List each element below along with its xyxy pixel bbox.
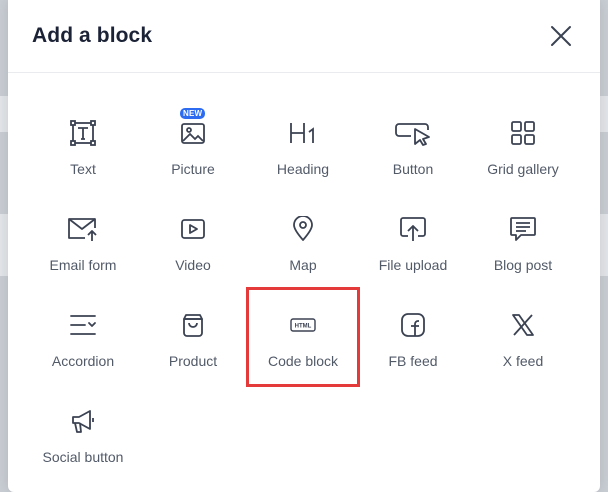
x-logo-icon	[503, 311, 543, 339]
block-label: File upload	[378, 257, 448, 273]
block-label: Button	[392, 161, 434, 177]
grid-gallery-icon	[503, 119, 543, 147]
product-bag-icon	[173, 311, 213, 339]
block-button[interactable]: Button	[358, 97, 468, 193]
dialog-header: Add a block	[8, 0, 600, 73]
block-x-feed[interactable]: X feed	[468, 289, 578, 385]
close-icon	[551, 26, 571, 46]
block-label: Blog post	[493, 257, 553, 273]
picture-icon: NEW	[173, 108, 213, 147]
block-file-upload[interactable]: File upload	[358, 193, 468, 289]
add-block-dialog: Add a block Text NEW Picture Heading But…	[8, 0, 600, 492]
block-grid: Text NEW Picture Heading Button Grid gal…	[28, 97, 578, 481]
block-label: Text	[70, 161, 96, 177]
block-label: Heading	[276, 161, 330, 177]
block-social-button[interactable]: Social button	[28, 385, 138, 481]
block-grid-gallery[interactable]: Grid gallery	[468, 97, 578, 193]
block-code-block[interactable]: HTML Code block	[246, 287, 360, 387]
dialog-title: Add a block	[32, 24, 153, 47]
text-icon	[63, 119, 103, 147]
block-text[interactable]: Text	[28, 97, 138, 193]
html-code-icon: HTML	[283, 311, 323, 339]
block-label: Accordion	[51, 353, 115, 369]
block-label: X feed	[502, 353, 544, 369]
video-icon	[173, 215, 213, 243]
block-video[interactable]: Video	[138, 193, 248, 289]
close-button[interactable]	[546, 21, 576, 51]
block-fb-feed[interactable]: FB feed	[358, 289, 468, 385]
block-label: Video	[175, 257, 211, 273]
button-icon	[393, 119, 433, 147]
blog-post-icon	[503, 215, 543, 243]
block-label: Picture	[171, 161, 215, 177]
megaphone-icon	[63, 407, 103, 435]
block-picture[interactable]: NEW Picture	[138, 97, 248, 193]
block-label: Code block	[267, 353, 339, 369]
map-pin-icon	[283, 215, 323, 243]
block-map[interactable]: Map	[248, 193, 358, 289]
html-icon-text: HTML	[295, 324, 312, 330]
block-blog-post[interactable]: Blog post	[468, 193, 578, 289]
block-label: Social button	[42, 449, 124, 465]
block-label: Grid gallery	[487, 161, 559, 177]
block-accordion[interactable]: Accordion	[28, 289, 138, 385]
facebook-icon	[393, 311, 433, 339]
email-form-icon	[63, 215, 103, 243]
block-label: Product	[168, 353, 218, 369]
block-heading[interactable]: Heading	[248, 97, 358, 193]
block-email-form[interactable]: Email form	[28, 193, 138, 289]
block-label: Email form	[49, 257, 117, 273]
block-label: Map	[289, 257, 317, 273]
block-product[interactable]: Product	[138, 289, 248, 385]
new-badge: NEW	[180, 108, 206, 119]
heading-icon	[283, 119, 323, 147]
file-upload-icon	[393, 215, 433, 243]
block-label: FB feed	[388, 353, 438, 369]
accordion-icon	[63, 311, 103, 339]
